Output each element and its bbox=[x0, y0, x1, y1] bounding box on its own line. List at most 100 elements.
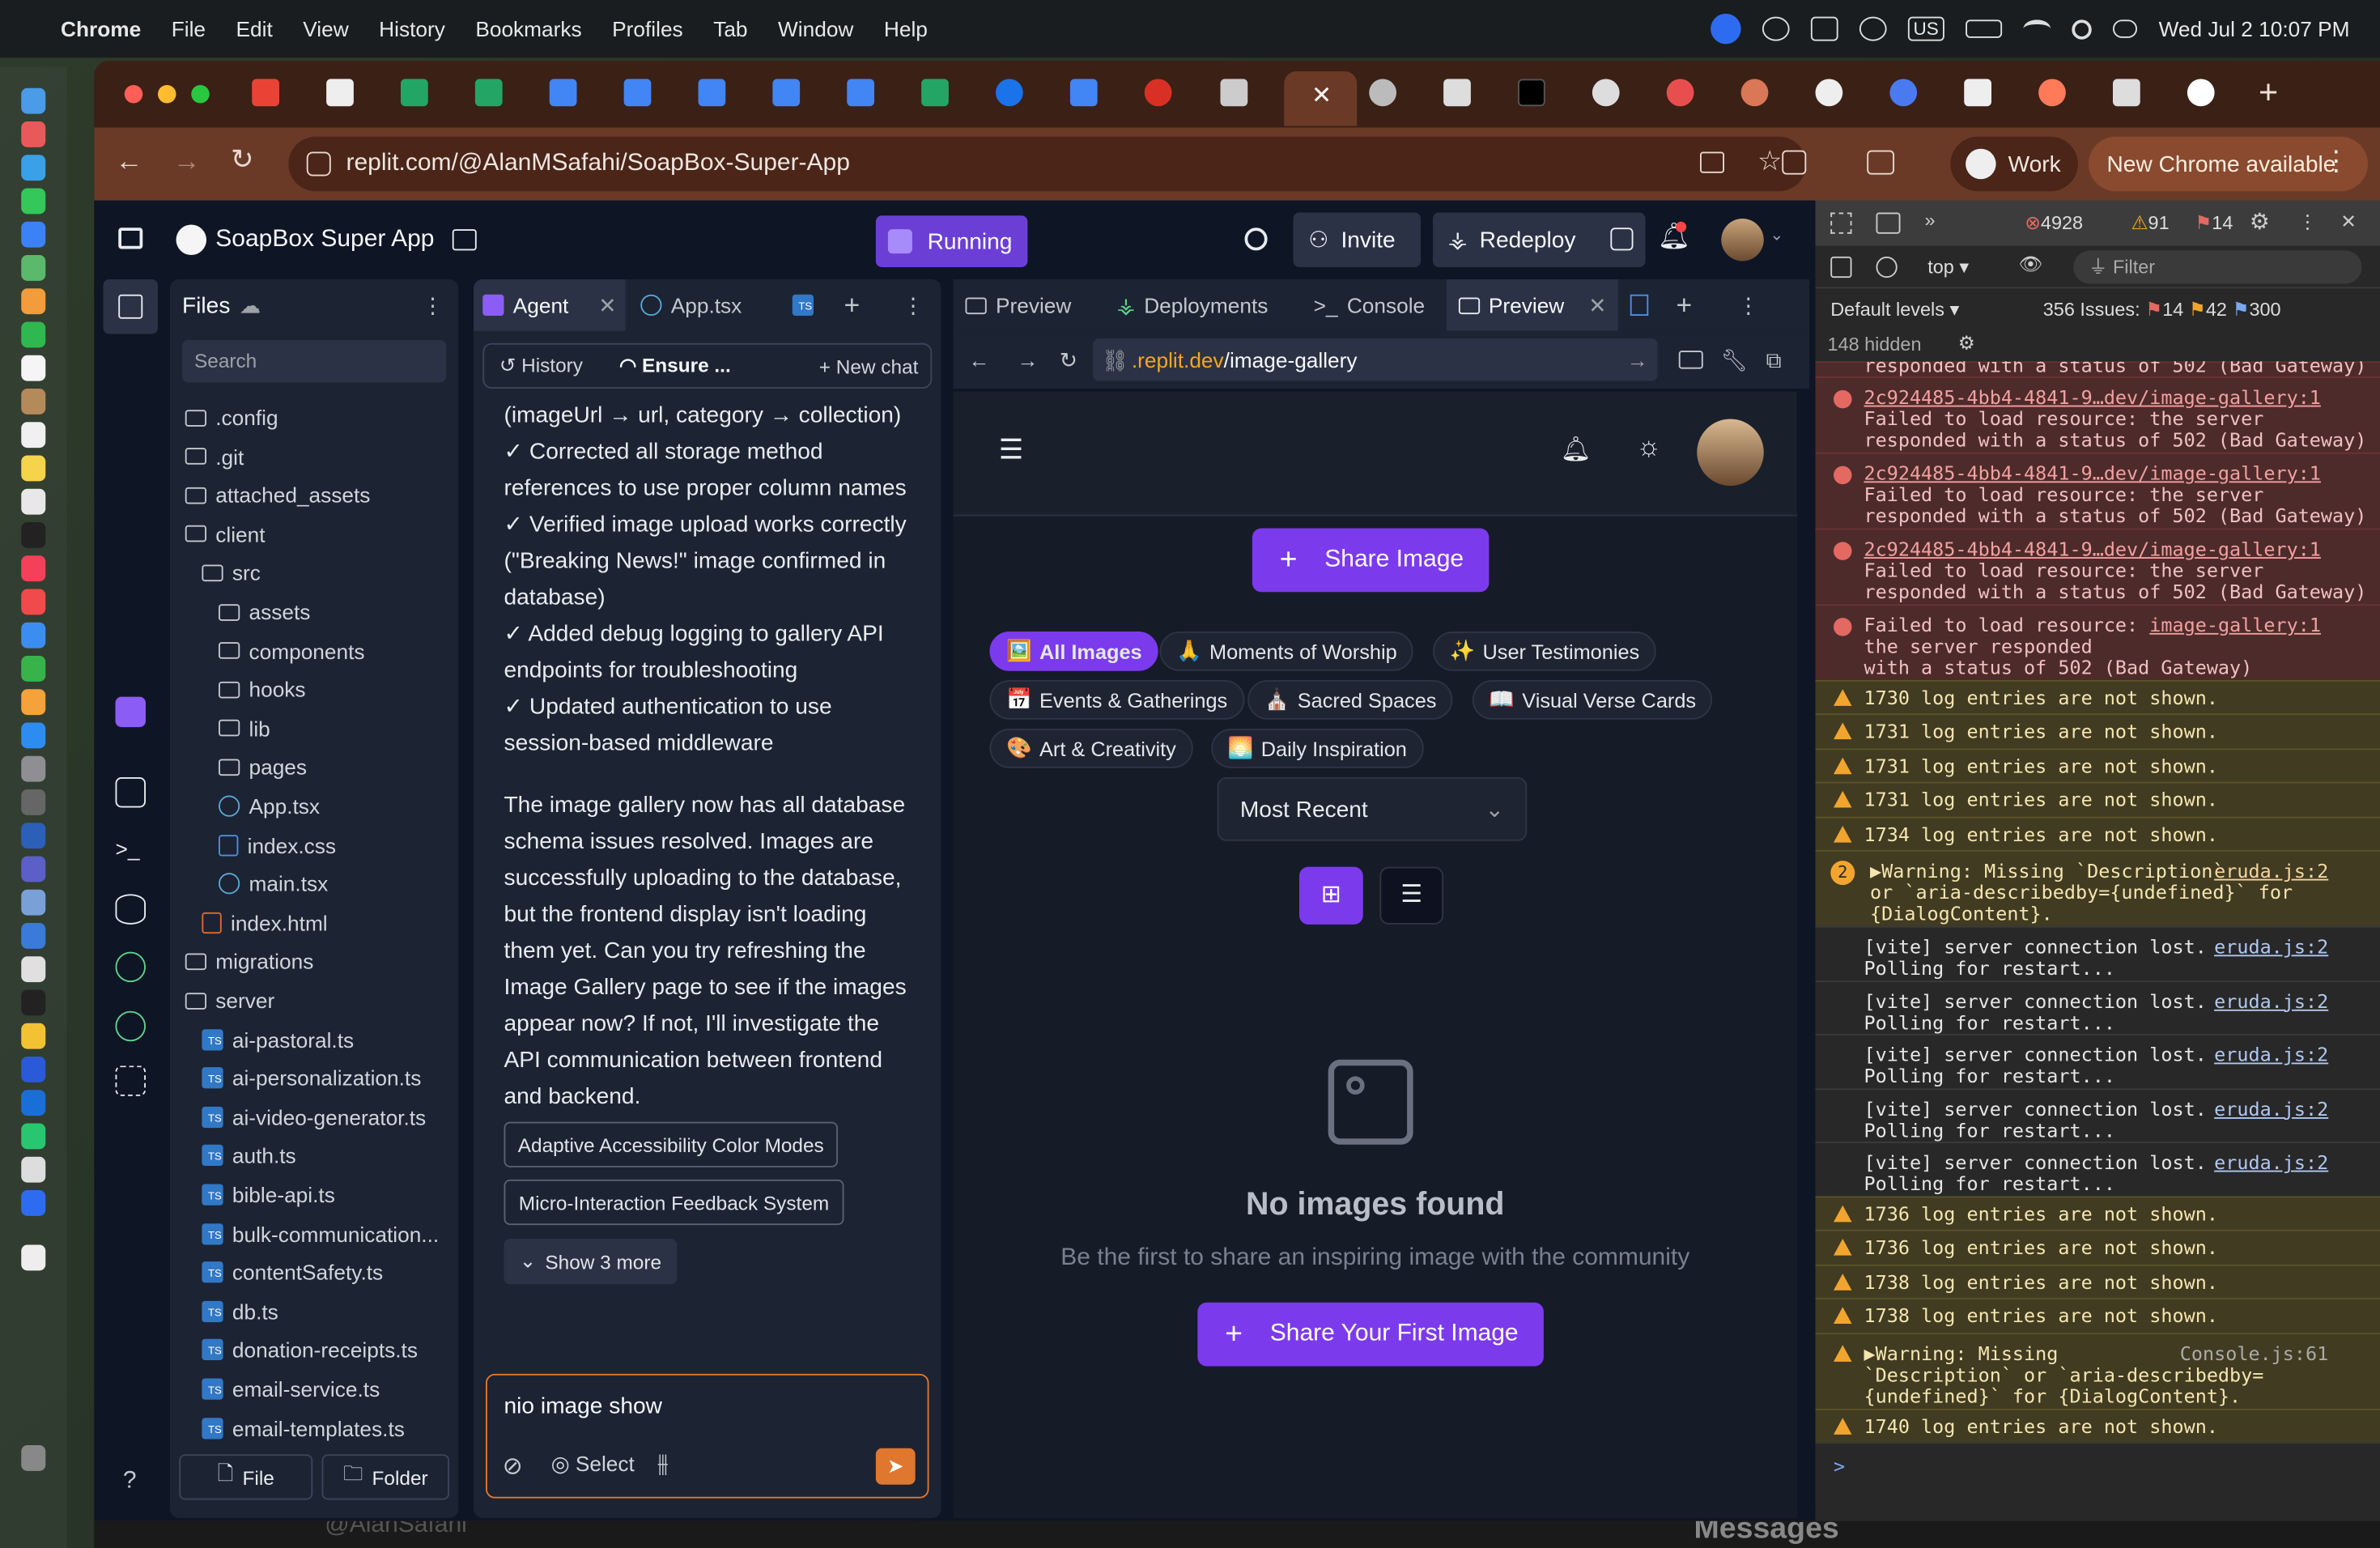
tab-gmail-icon[interactable] bbox=[252, 79, 279, 107]
category-pill[interactable]: ✨ User Testimonies bbox=[1433, 632, 1656, 671]
open-new-tab-icon[interactable]: ⧉ bbox=[1766, 347, 1782, 372]
dock-reminders-icon[interactable] bbox=[21, 422, 46, 449]
console-warning-entry[interactable]: 1731 log entries are not shown. bbox=[1815, 747, 2380, 782]
menu-view[interactable]: View bbox=[303, 17, 348, 41]
close-devtools-icon[interactable]: ✕ bbox=[2340, 210, 2357, 232]
tab-claude-icon[interactable] bbox=[1740, 79, 1769, 107]
tab-docs-icon[interactable] bbox=[549, 79, 577, 107]
status-icon-c[interactable] bbox=[1858, 16, 1886, 41]
file-tree-item[interactable]: TS contentSafety.ts bbox=[202, 1252, 383, 1292]
close-tab-icon[interactable]: ✕ bbox=[598, 292, 616, 318]
user-avatar[interactable] bbox=[1721, 219, 1764, 262]
bookmark-star-icon[interactable]: ☆ bbox=[1757, 146, 1782, 177]
file-tree-item[interactable]: TS email-templates.ts bbox=[202, 1408, 405, 1448]
dock-notes-icon[interactable] bbox=[21, 455, 46, 482]
tab-console[interactable]: >_ Console bbox=[1314, 293, 1426, 317]
console-error-entry[interactable]: responded with a status of 502 (Bad Gate… bbox=[1815, 361, 2380, 376]
console-source-link[interactable]: eruda.js:2 bbox=[2214, 860, 2328, 882]
file-tree-item[interactable]: TS ai-pastoral.ts bbox=[202, 1019, 354, 1059]
hamburger-menu-icon[interactable]: ☰ bbox=[999, 434, 1023, 466]
chevron-down-icon[interactable]: ⌄ bbox=[1770, 225, 1783, 245]
file-tree-item[interactable]: TS bible-api.ts bbox=[202, 1175, 335, 1214]
extensions-icon[interactable] bbox=[1782, 150, 1807, 175]
file-tree-item[interactable]: client bbox=[185, 514, 266, 554]
file-tree-item[interactable]: hooks bbox=[219, 670, 306, 709]
console-error-entry[interactable]: 2c924485-4bb4-4841-9…dev/image-gallery:1… bbox=[1815, 452, 2380, 529]
deploy-options-icon[interactable] bbox=[1610, 228, 1634, 251]
send-button[interactable]: ➤ bbox=[875, 1448, 916, 1485]
menu-bookmarks[interactable]: Bookmarks bbox=[475, 17, 581, 41]
search-icon[interactable] bbox=[1244, 228, 1268, 251]
menu-window[interactable]: Window bbox=[778, 17, 853, 41]
file-tree-item[interactable]: main.tsx bbox=[219, 864, 328, 904]
dock-messages-icon[interactable] bbox=[21, 188, 46, 215]
tab-agent[interactable]: Agent ✕ bbox=[474, 279, 626, 331]
users-icon[interactable] bbox=[115, 1010, 146, 1042]
dock-trash-icon[interactable] bbox=[21, 1445, 46, 1471]
dock-news-icon[interactable] bbox=[21, 589, 46, 615]
agent-input-box[interactable]: nio image show ⊘ ◎ Select ⫵ ➤ bbox=[486, 1373, 929, 1499]
status-icon-b[interactable] bbox=[1809, 16, 1838, 41]
file-tree-item[interactable]: TS bulk-communication... bbox=[202, 1214, 439, 1253]
spotlight-search-icon[interactable] bbox=[2072, 19, 2093, 39]
console-log-entry[interactable]: [vite] server connection lost. Polling fo… bbox=[1815, 1034, 2380, 1088]
console-warning-entry[interactable]: 1738 log entries are not shown. bbox=[1815, 1298, 2380, 1333]
tab-menu-icon[interactable]: ⋮ bbox=[1737, 292, 1758, 318]
console-error-entry[interactable]: Failed to load resource: image-gallery:1… bbox=[1815, 604, 2380, 680]
input-source-indicator[interactable]: US bbox=[1906, 16, 1945, 41]
file-tree-item[interactable]: pages bbox=[219, 747, 307, 787]
share-first-image-button[interactable]: + Share Your First Image bbox=[1197, 1302, 1544, 1367]
device-icon[interactable] bbox=[1678, 351, 1703, 369]
dock-photos-icon[interactable] bbox=[21, 288, 46, 315]
file-tree-item[interactable]: .config bbox=[185, 398, 278, 437]
tab-app-tsx[interactable]: App.tsx bbox=[626, 279, 778, 331]
tab-sheets-icon[interactable] bbox=[401, 79, 428, 107]
file-tree-item[interactable]: lib bbox=[219, 708, 270, 748]
sidebar-toggle-icon[interactable] bbox=[1830, 256, 1852, 279]
tab-x-icon[interactable] bbox=[1518, 79, 1545, 107]
dock-contacts-icon[interactable] bbox=[21, 389, 46, 415]
dock-app-icon[interactable] bbox=[21, 1057, 46, 1082]
share-image-button[interactable]: + Share Image bbox=[1252, 528, 1490, 593]
tab-favicon[interactable] bbox=[1889, 79, 1918, 107]
back-icon[interactable]: ← bbox=[116, 146, 143, 177]
console-input[interactable]: > bbox=[1815, 1442, 2380, 1478]
tab-github-icon[interactable] bbox=[1815, 79, 1843, 107]
db-tab-icon[interactable] bbox=[1630, 294, 1649, 316]
console-source-link[interactable]: Console.js:61 bbox=[2180, 1342, 2328, 1364]
file-tree-item[interactable]: assets bbox=[219, 592, 310, 632]
console-source-link[interactable]: eruda.js:2 bbox=[2214, 1098, 2328, 1120]
category-pill[interactable]: 📖 Visual Verse Cards bbox=[1472, 680, 1713, 720]
preview-reload-icon[interactable]: ↻ bbox=[1060, 347, 1077, 372]
category-pill[interactable]: 🎨 Art & Creativity bbox=[989, 729, 1193, 768]
console-log-entry[interactable]: [vite] server connection lost. Polling fo… bbox=[1815, 1087, 2380, 1142]
console-source-link[interactable]: eruda.js:2 bbox=[2214, 990, 2328, 1012]
list-view-button[interactable]: ☰ bbox=[1379, 866, 1444, 925]
error-count-badge[interactable]: ⊗4928 bbox=[2025, 211, 2083, 234]
all-tools-icon[interactable] bbox=[115, 1065, 146, 1096]
tab-search-icon[interactable] bbox=[1867, 150, 1894, 175]
menubar-clock[interactable]: Wed Jul 2 10:07 PM bbox=[2159, 17, 2350, 41]
console-warning-entry[interactable]: 1736 log entries are not shown. bbox=[1815, 1230, 2380, 1265]
files-menu-icon[interactable]: ⋮ bbox=[422, 292, 443, 318]
category-pill[interactable]: 📅 Events & Gatherings bbox=[989, 680, 1244, 720]
tab-favicon[interactable] bbox=[996, 79, 1023, 107]
tab-favicon[interactable] bbox=[2113, 79, 2140, 107]
add-tab-icon[interactable]: + bbox=[1677, 289, 1693, 321]
suggestion-chip-accessibility[interactable]: Adaptive Accessibility Color Modes bbox=[504, 1121, 838, 1167]
dock-app-icon[interactable] bbox=[21, 889, 46, 916]
window-zoom-button[interactable] bbox=[191, 85, 210, 104]
tab-favicon[interactable] bbox=[1443, 79, 1471, 107]
warning-count-badge[interactable]: ⚠91 bbox=[2131, 211, 2170, 234]
zoom-status-icon[interactable] bbox=[1710, 13, 1740, 45]
console-error-entry[interactable]: 2c924485-4bb4-4841-9…dev/image-gallery:1… bbox=[1815, 528, 2380, 605]
tab-sheets-icon[interactable] bbox=[474, 79, 503, 107]
console-settings-icon[interactable]: ⚙ bbox=[1958, 331, 1975, 354]
tab-preview-2[interactable]: Preview ✕ bbox=[1446, 279, 1619, 331]
preview-forward-icon[interactable]: → bbox=[1017, 347, 1038, 372]
menu-app-name[interactable]: Chrome bbox=[61, 17, 141, 41]
tab-menu-icon[interactable]: ⋮ bbox=[903, 292, 924, 318]
dock-mail-icon[interactable] bbox=[21, 221, 46, 248]
console-log-entry[interactable]: [vite] server connection lost. Polling fo… bbox=[1815, 1142, 2380, 1197]
tab-openai-icon[interactable] bbox=[1592, 79, 1620, 107]
